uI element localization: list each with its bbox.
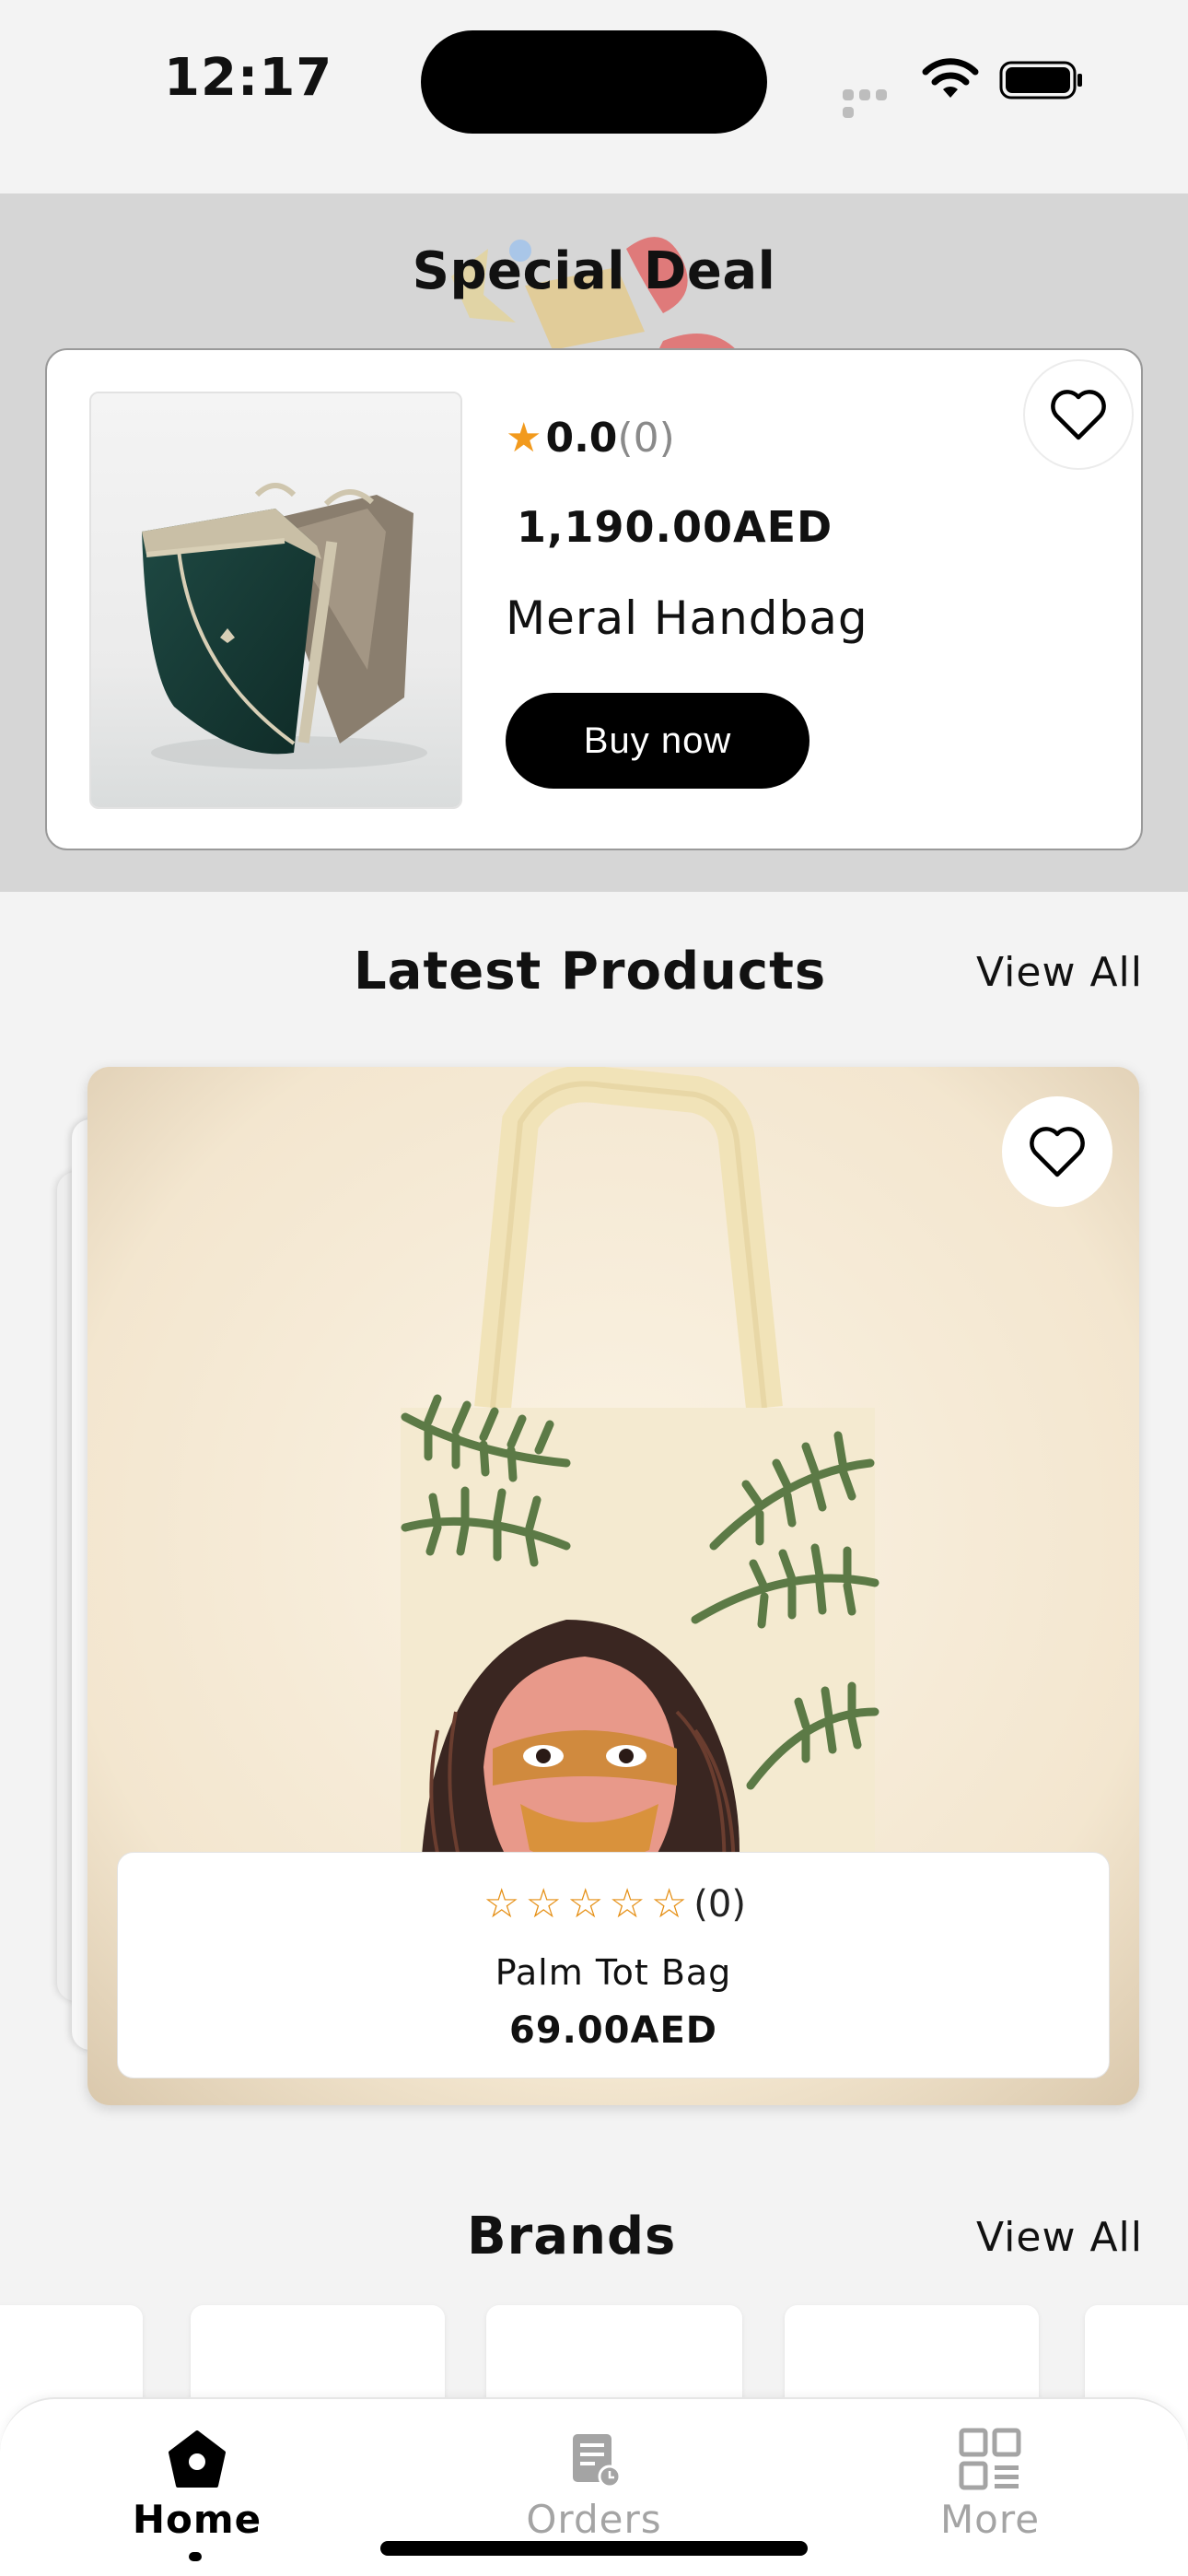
deal-product-name[interactable]: Meral Handbag: [506, 591, 868, 645]
star-empty-icon: ☆: [525, 1880, 562, 1927]
product-price: 69.00AED: [508, 2009, 717, 2052]
deal-rating-score: 0.0: [545, 415, 618, 462]
latest-products-title: Latest Products: [354, 942, 827, 1001]
home-icon: [169, 2430, 226, 2488]
star-empty-icon: ☆: [483, 1880, 520, 1927]
brands-view-all-link[interactable]: View All: [976, 2214, 1143, 2261]
deal-rating-count: (0): [617, 415, 675, 462]
deal-rating: ★ 0.0 (0): [506, 415, 675, 462]
active-tab-indicator: [189, 2552, 202, 2561]
star-empty-icon: ☆: [566, 1880, 604, 1927]
tab-orders-label: Orders: [526, 2497, 662, 2542]
star-empty-icon: ☆: [609, 1880, 646, 1927]
grid-icon: [959, 2428, 1021, 2490]
deal-favorite-button[interactable]: [1023, 359, 1134, 470]
product-info-panel[interactable]: ☆ ☆ ☆ ☆ ☆ (0) Palm Tot Bag 69.00AED: [117, 1852, 1110, 2078]
status-bar: 12:17: [0, 0, 1188, 193]
tab-more-label: More: [939, 2497, 1041, 2542]
status-time: 12:17: [164, 48, 333, 108]
buy-now-button[interactable]: Buy now: [506, 693, 809, 789]
cellular-signal-icon: [843, 87, 905, 118]
home-indicator[interactable]: [380, 2541, 808, 2556]
star-filled-icon: ★: [506, 415, 542, 462]
product-favorite-button[interactable]: [1002, 1096, 1112, 1207]
special-deal-card[interactable]: ★ 0.0 (0) 1,190.00AED Meral Handbag Buy …: [45, 348, 1143, 850]
dynamic-island: [421, 30, 767, 134]
product-rating-count: (0): [693, 1882, 746, 1926]
special-deal-section: Special Deal ★ 0.0 (0) 1,190.00AED Meral…: [0, 193, 1188, 892]
brands-title: Brands: [467, 2207, 677, 2266]
special-deal-title: Special Deal: [412, 241, 776, 301]
orders-icon: [573, 2434, 622, 2488]
product-name[interactable]: Palm Tot Bag: [118, 1952, 1109, 1993]
battery-icon: [999, 61, 1082, 100]
wifi-icon: [922, 58, 979, 98]
deal-price: 1,190.00AED: [517, 502, 833, 552]
latest-products-view-all-link[interactable]: View All: [976, 949, 1143, 996]
heart-icon: [1030, 1127, 1085, 1177]
star-empty-icon: ☆: [650, 1880, 688, 1927]
heart-icon: [1051, 390, 1106, 440]
tab-home-label: Home: [132, 2497, 262, 2542]
tab-more[interactable]: More: [889, 2427, 1091, 2565]
tab-home[interactable]: Home: [96, 2427, 298, 2565]
deal-product-image[interactable]: [89, 392, 462, 809]
product-card[interactable]: ☆ ☆ ☆ ☆ ☆ (0) Palm Tot Bag 69.00AED: [87, 1067, 1139, 2105]
product-rating: ☆ ☆ ☆ ☆ ☆ (0): [118, 1880, 1109, 1927]
